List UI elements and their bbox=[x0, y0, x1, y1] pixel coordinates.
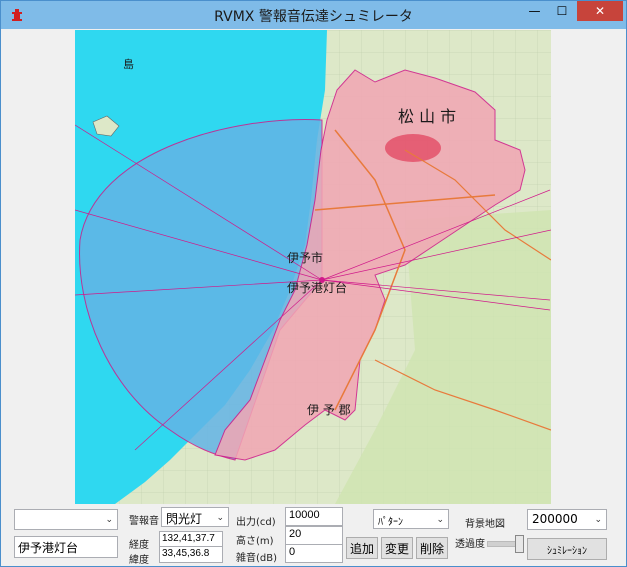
label-iyo-city: 伊予市 bbox=[287, 250, 323, 265]
change-button[interactable]: 変更 bbox=[381, 537, 413, 559]
alarm-select-value: 閃光灯 bbox=[166, 512, 203, 526]
station-select[interactable]: ⌄ bbox=[14, 509, 118, 530]
close-button[interactable]: ✕ bbox=[577, 1, 623, 21]
close-icon: ✕ bbox=[594, 4, 606, 18]
alarm-label: 警報音 bbox=[129, 516, 159, 527]
pattern-select[interactable]: ﾊﾟﾀｰﾝ ⌄ bbox=[373, 509, 449, 529]
label-lighthouse: 伊予港灯台 bbox=[287, 280, 347, 295]
station-name-input[interactable]: 伊予港灯台 bbox=[14, 536, 118, 558]
output-label: 出力(cd) bbox=[236, 517, 276, 528]
label-island: 島 bbox=[123, 57, 134, 71]
output-input[interactable]: 10000 bbox=[285, 507, 343, 526]
noise-label: 雑音(dB) bbox=[236, 553, 278, 564]
chevron-down-icon: ⌄ bbox=[594, 515, 602, 525]
label-matsuyama: 松 山 市 bbox=[398, 107, 456, 126]
scale-select[interactable]: 200000 ⌄ bbox=[527, 509, 607, 530]
noise-input[interactable]: 0 bbox=[285, 544, 343, 563]
height-input[interactable]: 20 bbox=[285, 526, 343, 545]
maximize-button[interactable]: ☐ bbox=[549, 1, 575, 21]
scale-select-value: 200000 bbox=[532, 512, 578, 526]
label-iyo-gun: 伊 予 郡 bbox=[307, 403, 351, 417]
delete-button[interactable]: 削除 bbox=[416, 537, 448, 559]
app-window: RVMX 警報音伝達シュミレータ — ☐ ✕ 松 山 市 伊予市 伊予港灯台 伊… bbox=[0, 0, 627, 567]
title-bar: RVMX 警報音伝達シュミレータ — ☐ ✕ bbox=[1, 1, 626, 29]
height-label: 高さ(m) bbox=[236, 536, 274, 547]
alarm-select[interactable]: 閃光灯 ⌄ bbox=[161, 507, 229, 527]
chevron-down-icon: ⌄ bbox=[436, 515, 444, 525]
transparency-slider-handle[interactable] bbox=[515, 535, 524, 553]
transparency-slider[interactable] bbox=[487, 535, 524, 553]
add-button[interactable]: 追加 bbox=[346, 537, 378, 559]
map-view[interactable]: 松 山 市 伊予市 伊予港灯台 伊 予 郡 島 bbox=[75, 30, 551, 504]
city-center bbox=[385, 134, 441, 162]
map-canvas: 松 山 市 伊予市 伊予港灯台 伊 予 郡 島 bbox=[75, 30, 551, 504]
chevron-down-icon: ⌄ bbox=[216, 513, 224, 523]
latitude-input[interactable]: 33,45,36.8 bbox=[159, 546, 223, 563]
transparency-label: 透過度 bbox=[455, 539, 485, 550]
minimize-button[interactable]: — bbox=[521, 1, 548, 21]
chevron-down-icon: ⌄ bbox=[105, 515, 113, 525]
pattern-select-value: ﾊﾟﾀｰﾝ bbox=[378, 517, 403, 528]
minimize-icon: — bbox=[528, 4, 541, 18]
bgmap-label: 背景地図 bbox=[465, 519, 505, 530]
latitude-label: 緯度 bbox=[129, 555, 149, 566]
longitude-label: 経度 bbox=[129, 540, 149, 551]
maximize-icon: ☐ bbox=[556, 4, 568, 18]
simulate-button[interactable]: ｼｭﾐﾚｰｼｮﾝ bbox=[527, 538, 607, 560]
